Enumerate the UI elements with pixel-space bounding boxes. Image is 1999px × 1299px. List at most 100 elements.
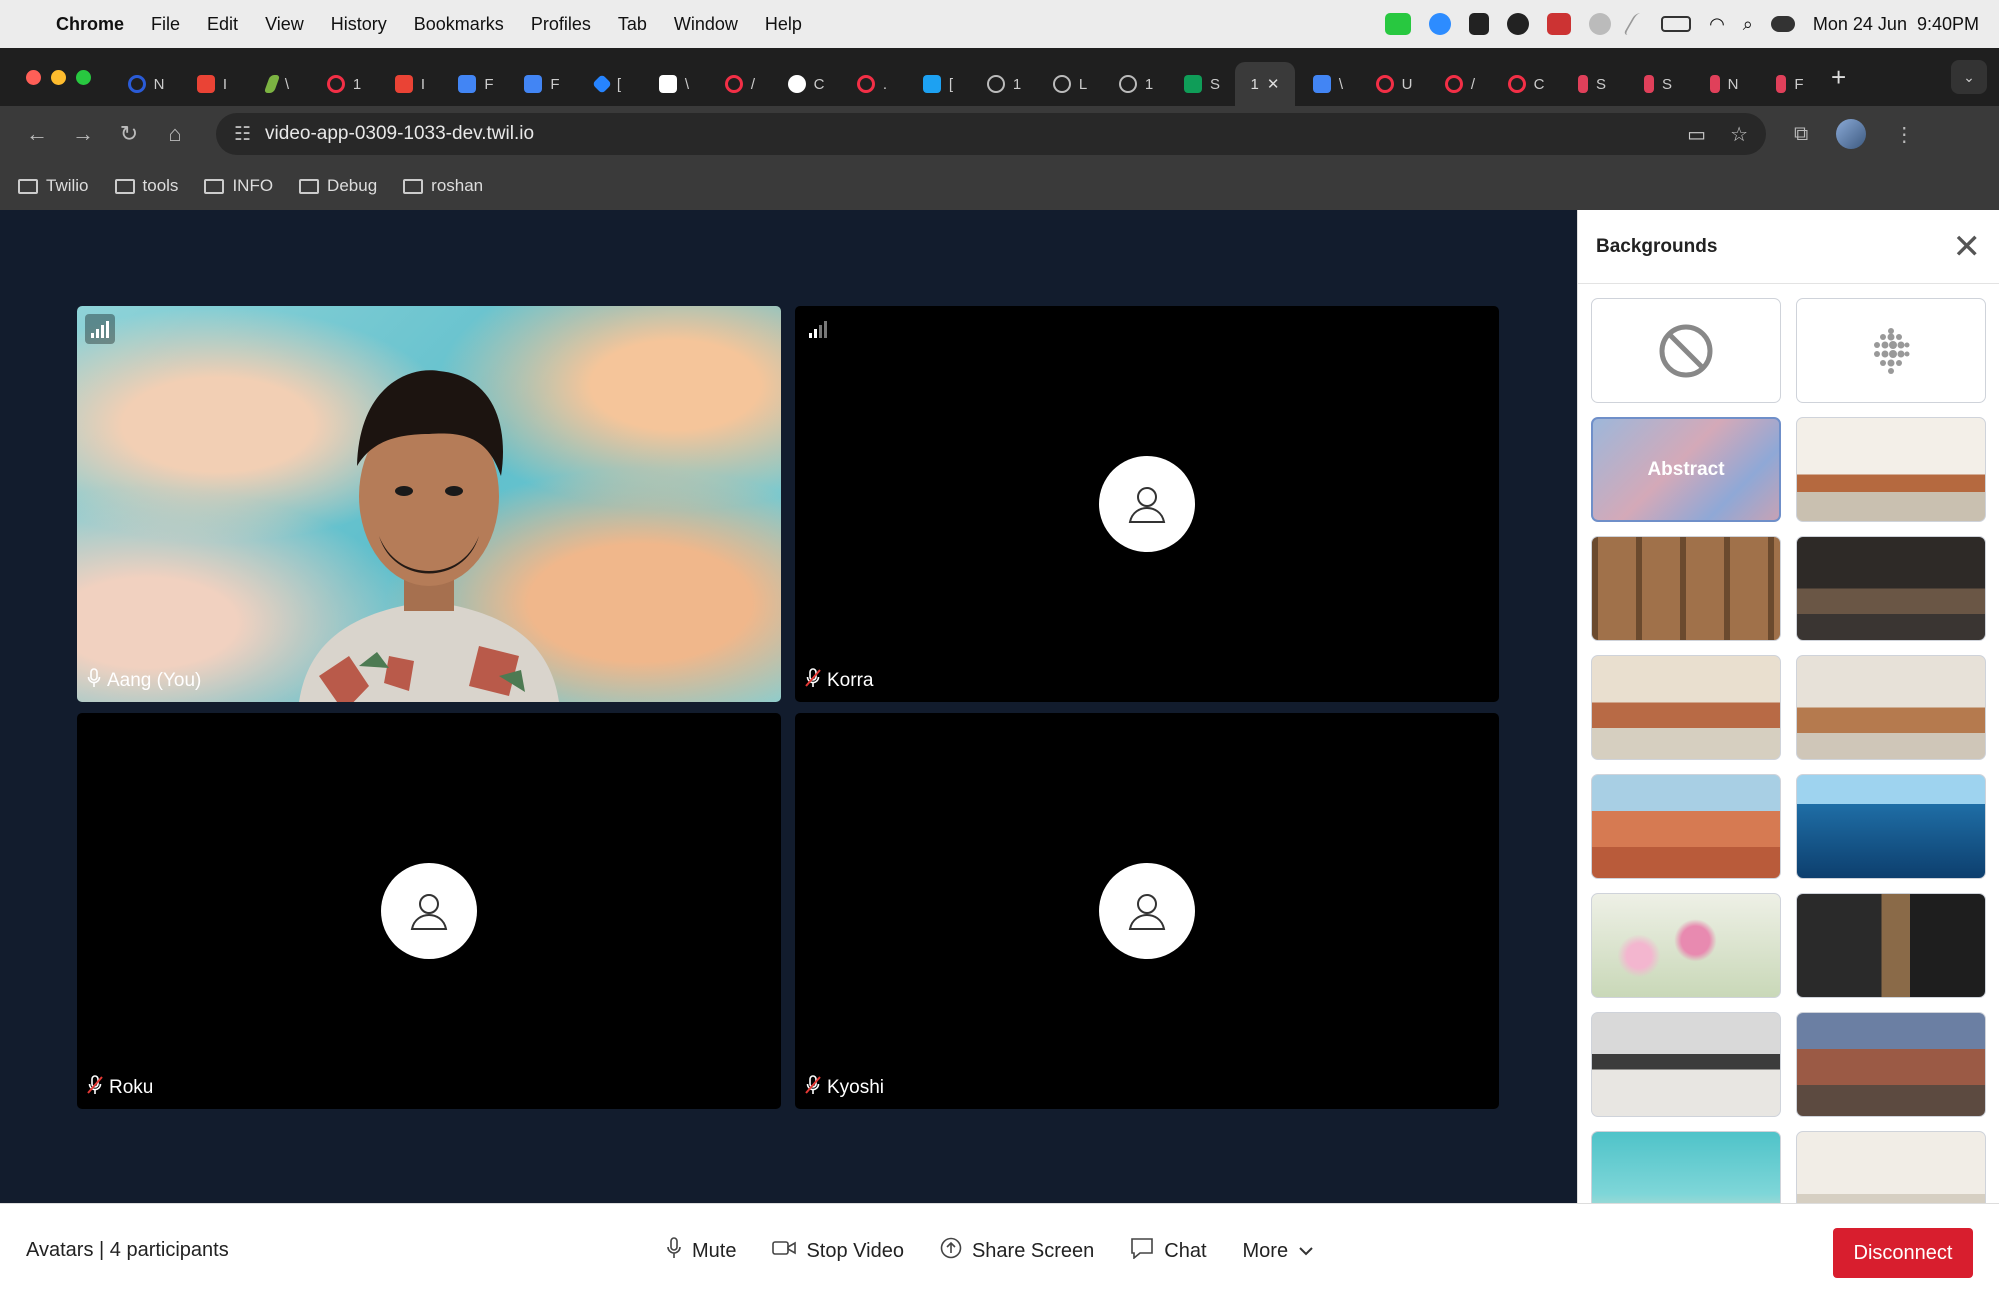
tab[interactable]: 1 [311, 62, 377, 106]
participant-tile[interactable]: Roku [77, 713, 781, 1109]
disconnect-button[interactable]: Disconnect [1833, 1228, 1973, 1278]
globe-icon[interactable] [1589, 13, 1612, 35]
tab[interactable]: 1 [1103, 62, 1169, 106]
tab[interactable]: . [839, 62, 905, 106]
wifi-icon[interactable]: ◠ [1709, 14, 1725, 35]
url-text[interactable]: video-app-0309-1033-dev.twil.io [265, 123, 534, 145]
close-window-button[interactable] [26, 69, 41, 85]
chrome-menu-icon[interactable]: ⋮ [1894, 122, 1914, 147]
background-blur-option[interactable] [1796, 298, 1986, 403]
background-kitchen-option[interactable] [1796, 893, 1986, 998]
profile-avatar[interactable] [1836, 119, 1867, 149]
tab[interactable]: S [1559, 62, 1625, 106]
tab[interactable]: L [1037, 62, 1103, 106]
stop-video-button[interactable]: Stop Video [772, 1231, 904, 1271]
tab[interactable]: N [1691, 62, 1757, 106]
tab[interactable]: C [773, 62, 839, 106]
bookmark-tools[interactable]: tools [114, 176, 178, 196]
tab[interactable]: \ [1295, 62, 1361, 106]
menu-app-name[interactable]: Chrome [56, 14, 124, 35]
tab[interactable]: \ [641, 62, 707, 106]
reload-icon[interactable]: ↻ [110, 121, 148, 147]
tab[interactable]: [ [575, 62, 641, 106]
background-bookshelf-option[interactable] [1591, 536, 1781, 641]
facetime-icon[interactable] [1385, 13, 1412, 35]
tab[interactable]: N [113, 62, 179, 106]
new-tab-button[interactable]: + [1831, 62, 1846, 93]
chevron-down-icon [1298, 1240, 1314, 1263]
menu-profiles[interactable]: Profiles [531, 14, 591, 35]
tab-search-chevron-icon[interactable]: ⌄ [1951, 60, 1987, 94]
participant-tile[interactable]: Kyoshi [795, 713, 1499, 1109]
menu-window[interactable]: Window [674, 14, 738, 35]
stylus-icon[interactable] [1622, 13, 1650, 35]
spotlight-search-icon[interactable]: ⌕ [1743, 14, 1753, 35]
menu-edit[interactable]: Edit [207, 14, 238, 35]
zoom-window-button[interactable] [76, 69, 91, 85]
tab[interactable]: / [707, 62, 773, 106]
tab-active[interactable]: 1 ✕ [1235, 62, 1295, 106]
battery-icon[interactable] [1661, 16, 1692, 32]
background-coffee-shop-option[interactable] [1796, 536, 1986, 641]
background-none-option[interactable] [1591, 298, 1781, 403]
background-white-interior-option[interactable] [1796, 1131, 1986, 1203]
tab[interactable]: F [1757, 62, 1823, 106]
background-desert-option[interactable] [1591, 774, 1781, 879]
chat-button[interactable]: Chat [1130, 1231, 1207, 1271]
menu-view[interactable]: View [265, 14, 304, 35]
extensions-puzzle-icon[interactable]: ⧉ [1794, 123, 1808, 146]
tab[interactable]: / [1427, 62, 1493, 106]
menu-tab[interactable]: Tab [618, 14, 647, 35]
site-settings-icon[interactable]: ☷ [234, 123, 251, 146]
participant-tile[interactable]: Korra [795, 306, 1499, 702]
tab[interactable]: I [179, 62, 245, 106]
bookmark-star-icon[interactable]: ☆ [1730, 122, 1748, 147]
zoom-icon[interactable] [1429, 13, 1452, 35]
menubar-datetime[interactable]: Mon 24 Jun 9:40PM [1813, 14, 1979, 35]
background-lounge-option[interactable] [1591, 655, 1781, 760]
background-modern-home-option[interactable] [1591, 1012, 1781, 1117]
home-icon[interactable]: ⌂ [156, 121, 194, 147]
background-sunroom-option[interactable] [1796, 655, 1986, 760]
bookmark-label: INFO [232, 176, 274, 195]
menu-help[interactable]: Help [765, 14, 802, 35]
menu-file[interactable]: File [151, 14, 180, 35]
minimize-window-button[interactable] [51, 69, 66, 85]
tab[interactable]: F [509, 62, 575, 106]
mute-button[interactable]: Mute [666, 1231, 736, 1271]
tab[interactable]: 1 [971, 62, 1037, 106]
background-living-room-option[interactable] [1796, 417, 1986, 522]
tab[interactable]: S [1625, 62, 1691, 106]
background-ocean-option[interactable] [1796, 774, 1986, 879]
forward-arrow-icon[interactable]: → [64, 121, 102, 147]
background-canyon-option[interactable] [1796, 1012, 1986, 1117]
bookmark-debug[interactable]: Debug [299, 176, 377, 196]
menu-history[interactable]: History [331, 14, 387, 35]
drive-icon[interactable] [1469, 13, 1490, 35]
background-flowers-option[interactable] [1591, 893, 1781, 998]
background-abstract-option[interactable]: Abstract [1591, 417, 1781, 522]
address-bar[interactable]: ☷ video-app-0309-1033-dev.twil.io ▭ ☆ [216, 113, 1766, 155]
back-arrow-icon[interactable]: ← [18, 121, 56, 147]
tab[interactable]: S [1169, 62, 1235, 106]
tab[interactable]: I [377, 62, 443, 106]
more-button[interactable]: More [1243, 1231, 1315, 1271]
tab[interactable]: F [443, 62, 509, 106]
tab[interactable]: U [1361, 62, 1427, 106]
tab[interactable]: [ [905, 62, 971, 106]
bookmark-roshan[interactable]: roshan [403, 176, 483, 196]
butterfly-icon[interactable] [1547, 13, 1572, 35]
background-beach-option[interactable] [1591, 1131, 1781, 1203]
menu-bookmarks[interactable]: Bookmarks [414, 14, 504, 35]
close-tab-icon[interactable]: ✕ [1267, 75, 1280, 93]
bookmark-info[interactable]: INFO [204, 176, 273, 196]
share-screen-button[interactable]: Share Screen [940, 1231, 1094, 1271]
control-center-icon[interactable] [1770, 16, 1795, 32]
tab[interactable]: \ [245, 62, 311, 106]
participant-tile-local[interactable]: Aang (You) [77, 306, 781, 702]
camera-in-use-icon[interactable]: ▭ [1687, 122, 1706, 147]
checkmark-app-icon[interactable] [1507, 13, 1530, 35]
tab[interactable]: C [1493, 62, 1559, 106]
bookmark-twilio[interactable]: Twilio [18, 176, 89, 196]
close-icon[interactable]: ✕ [1953, 230, 1982, 264]
